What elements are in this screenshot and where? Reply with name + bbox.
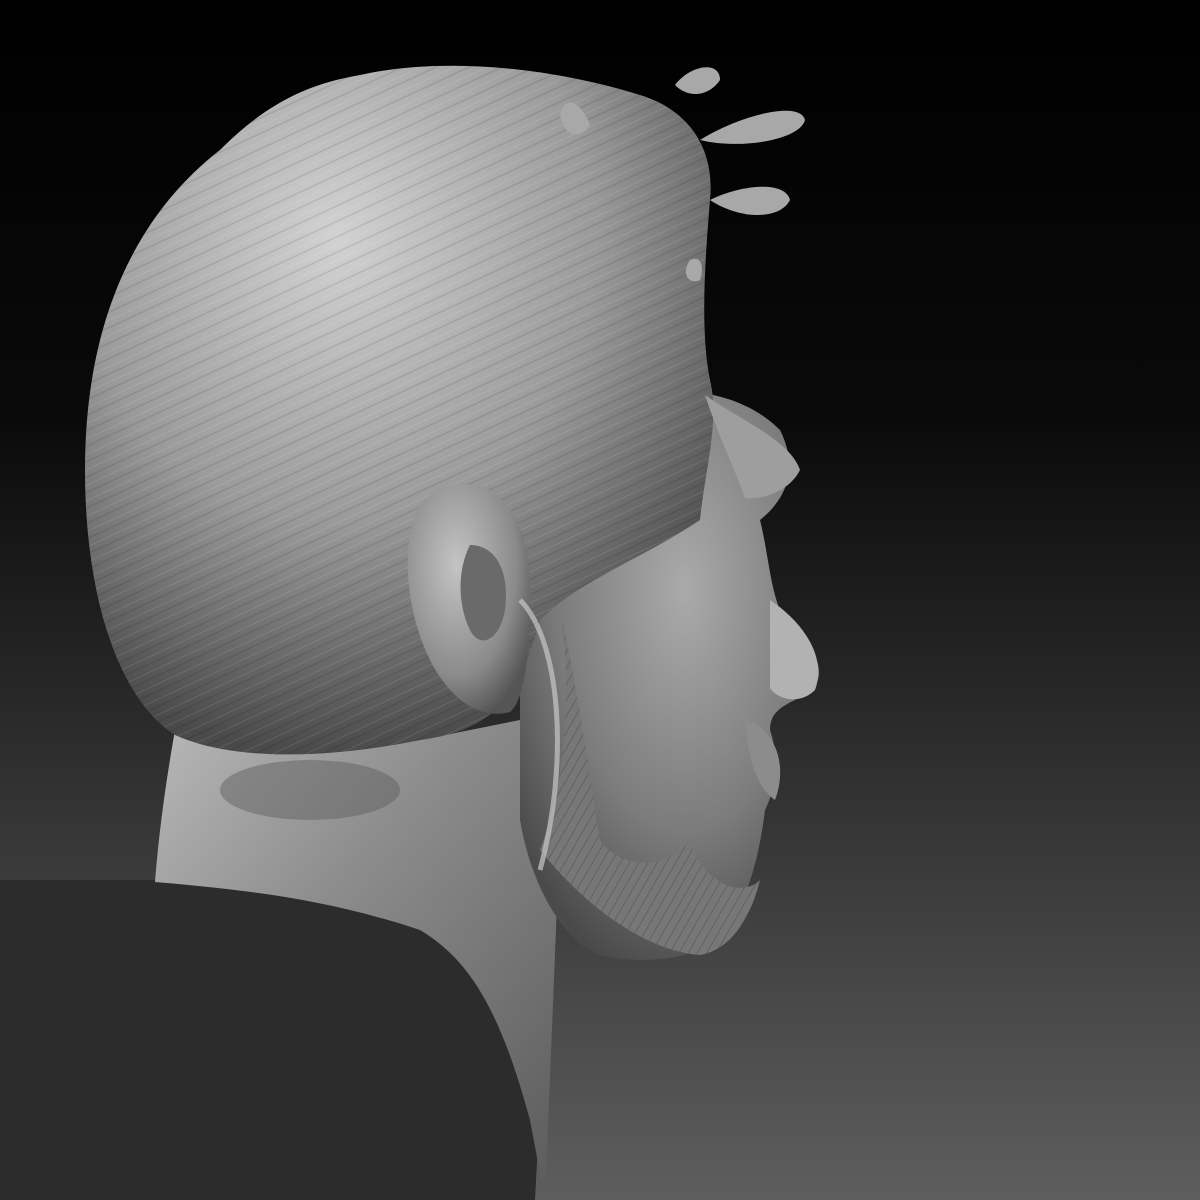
sculpt-viewport [0,0,1200,1200]
neck-shadow [220,760,400,820]
sculpt-canvas [0,0,1200,1200]
